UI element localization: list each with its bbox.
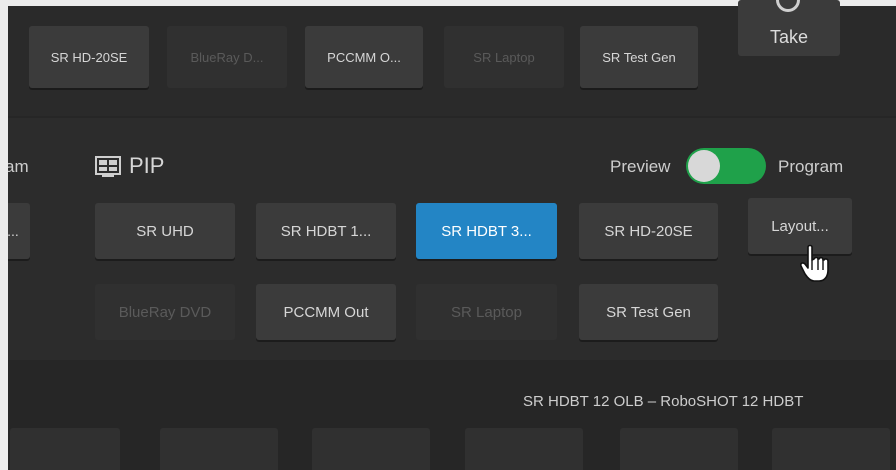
take-label: Take <box>769 27 809 47</box>
outputs-panel <box>0 360 896 470</box>
pip-source-blueray-dvd: BlueRay DVD <box>95 284 235 340</box>
top-source-button-1[interactable]: SR HD-20SE <box>29 26 149 88</box>
hand-cursor-icon <box>800 244 829 282</box>
pip-source-sr-hdbt-1[interactable]: SR HDBT 1... <box>256 203 396 259</box>
pip-title: PIP <box>129 153 165 178</box>
preview-program-toggle[interactable] <box>686 148 766 184</box>
left-edge <box>0 0 8 470</box>
top-source-button-2: BlueRay D... <box>167 26 287 88</box>
pip-source-sr-laptop: SR Laptop <box>416 284 557 340</box>
pip-source-sr-hdbt-3-selected[interactable]: SR HDBT 3... <box>416 203 557 259</box>
output-tile-4[interactable] <box>465 428 583 470</box>
left-partial-label: am <box>5 157 29 176</box>
output-tile-1[interactable] <box>10 428 120 470</box>
selected-output-status: SR HDBT 12 OLB – RoboSHOT 12 HDBT <box>523 393 804 410</box>
output-tile-5[interactable] <box>620 428 738 470</box>
pip-icon <box>95 156 121 177</box>
top-source-button-4: SR Laptop <box>444 26 564 88</box>
output-tile-3[interactable] <box>312 428 430 470</box>
pip-source-sr-uhd[interactable]: SR UHD <box>95 203 235 259</box>
pip-source-sr-hd-20se[interactable]: SR HD-20SE <box>579 203 718 259</box>
output-tile-2[interactable] <box>160 428 278 470</box>
top-source-button-5[interactable]: SR Test Gen <box>580 26 698 88</box>
top-source-button-3[interactable]: PCCMM O... <box>305 26 423 88</box>
pip-source-pccmm-out[interactable]: PCCMM Out <box>256 284 396 340</box>
program-label: Program <box>778 157 844 176</box>
preview-label: Preview <box>610 157 671 176</box>
output-tile-6[interactable] <box>772 428 890 470</box>
pip-source-sr-test-gen[interactable]: SR Test Gen <box>579 284 718 340</box>
toggle-knob <box>688 150 720 182</box>
